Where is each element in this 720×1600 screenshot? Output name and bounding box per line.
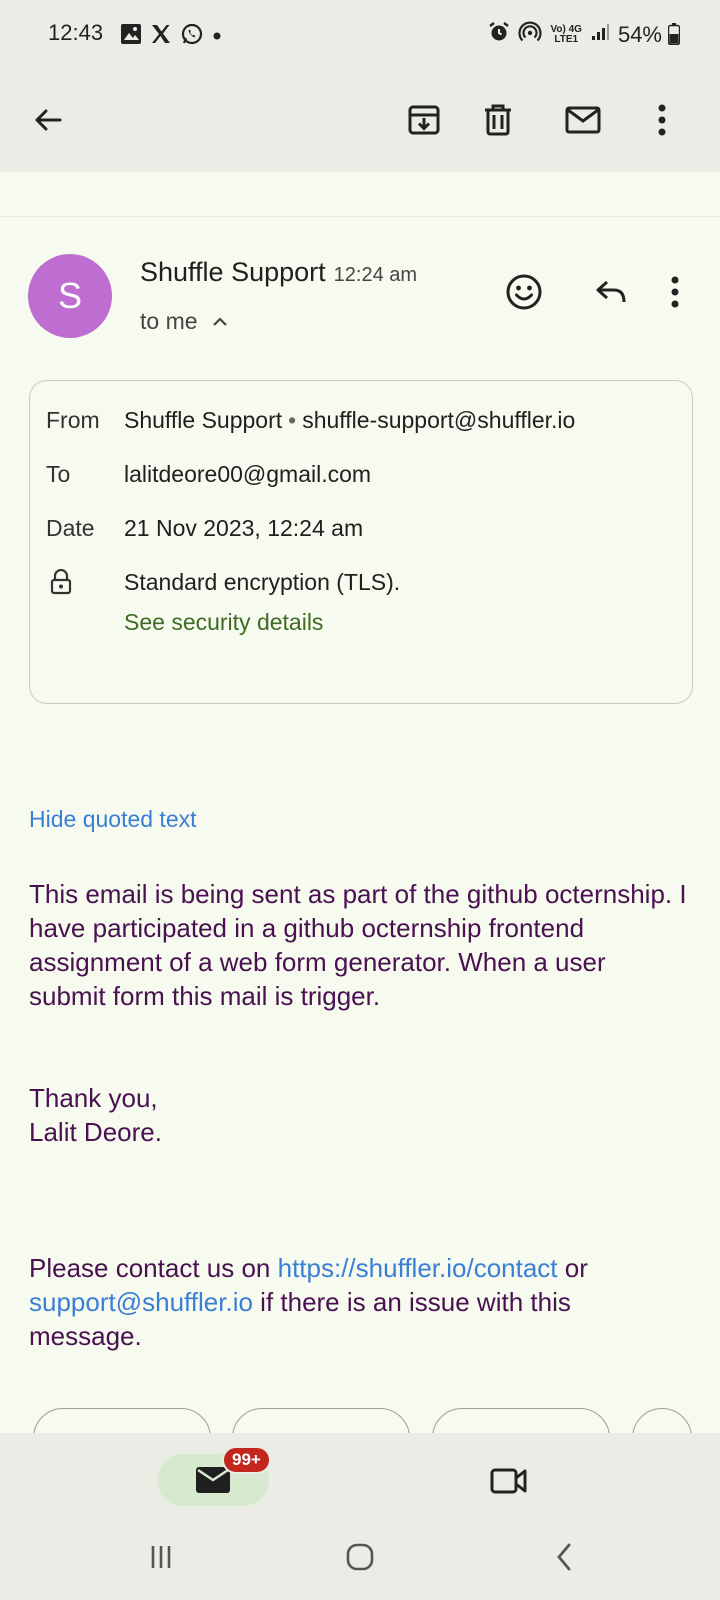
gallery-icon <box>120 23 142 50</box>
video-camera-icon <box>490 1468 527 1494</box>
hotspot-icon <box>518 20 543 50</box>
date-value: 21 Nov 2023, 12:24 am <box>124 515 364 541</box>
hide-quoted-text-link[interactable]: Hide quoted text <box>29 806 197 833</box>
sender-line: Shuffle Support 12:24 am <box>140 257 417 288</box>
status-time: 12:43 <box>48 20 104 45</box>
network-bottom-text: LTE1 <box>554 34 579 45</box>
recents-icon <box>151 1546 171 1568</box>
system-back-button[interactable] <box>534 1535 594 1579</box>
alarm-icon <box>488 21 510 49</box>
to-value[interactable]: lalitdeore00@gmail.com <box>124 461 371 488</box>
chevron-left-icon <box>557 1543 571 1571</box>
battery-icon <box>667 23 681 51</box>
mark-unread-button[interactable] <box>553 90 613 150</box>
lock-icon <box>50 568 72 601</box>
back-button[interactable] <box>18 90 78 150</box>
encryption-text: Standard encryption (TLS). <box>124 569 401 595</box>
recent-apps-button[interactable] <box>131 1535 191 1579</box>
contact-or: or <box>557 1253 588 1283</box>
network-type-label: Vo) 4G LTE1 <box>550 25 581 45</box>
from-name[interactable]: Shuffle Support <box>124 407 282 433</box>
sender-avatar[interactable]: S <box>28 254 112 338</box>
more-options-button[interactable] <box>644 90 680 150</box>
bottom-navigation: 99+ <box>0 1433 720 1600</box>
chevron-up-icon <box>212 316 227 326</box>
dot-icon <box>212 28 222 46</box>
meet-tab[interactable] <box>486 1461 532 1501</box>
react-emoji-button[interactable] <box>500 268 548 316</box>
battery-percent: 54% <box>617 22 662 47</box>
message-details-card: From Shuffle Support • shuffle-support@shu… <box>29 380 693 704</box>
notification-icons <box>120 22 222 51</box>
more-vert-icon <box>658 104 666 136</box>
status-bar: 12:43 Vo) 4G LTE1 54% <box>0 0 720 70</box>
reply-icon <box>596 280 626 303</box>
body-paragraph: This email is being sent as part of the … <box>29 879 687 1011</box>
thread-divider <box>0 216 720 217</box>
sender-name[interactable]: Shuffle Support <box>140 257 326 288</box>
contact-url-link[interactable]: https://shuffler.io/contact <box>278 1253 558 1283</box>
x-app-icon <box>150 23 172 50</box>
message-time: 12:24 am <box>333 264 418 286</box>
mail-icon <box>565 106 601 134</box>
unread-count-badge: 99+ <box>222 1446 271 1474</box>
trash-icon <box>485 104 511 136</box>
date-label: Date <box>46 515 95 541</box>
security-details-link[interactable]: See security details <box>124 609 323 636</box>
home-button[interactable] <box>330 1535 390 1579</box>
from-label: From <box>46 407 100 433</box>
email-toolbar <box>0 70 720 172</box>
back-arrow-icon <box>35 109 62 131</box>
whatsapp-icon <box>180 22 204 51</box>
more-vert-icon <box>671 276 679 308</box>
archive-icon <box>408 105 440 135</box>
contact-prefix: Please contact us on <box>29 1253 278 1283</box>
recipient-summary: to me <box>140 308 198 334</box>
emoji-icon <box>506 274 542 310</box>
from-email[interactable]: shuffle-support@shuffler.io <box>302 407 575 433</box>
reply-button[interactable] <box>587 268 635 316</box>
archive-button[interactable] <box>394 90 454 150</box>
support-email-link[interactable]: support@shuffler.io <box>29 1287 253 1317</box>
message-more-button[interactable] <box>660 268 690 316</box>
to-label: To <box>46 461 71 487</box>
avatar-letter: S <box>57 275 82 316</box>
from-value: Shuffle Support • shuffle-support@shuffler… <box>124 407 575 434</box>
recipient-summary-toggle[interactable]: to me <box>140 308 228 335</box>
home-icon <box>346 1543 374 1571</box>
from-separator: • <box>288 407 297 433</box>
closing-thanks: Thank you, <box>29 1083 158 1113</box>
signal-icon <box>590 22 610 48</box>
contact-paragraph: Please contact us on https://shuffler.io… <box>29 1251 689 1353</box>
delete-button[interactable] <box>468 90 528 150</box>
signature: Lalit Deore. <box>29 1117 162 1147</box>
status-right-group: Vo) 4G LTE1 54% <box>488 20 681 50</box>
